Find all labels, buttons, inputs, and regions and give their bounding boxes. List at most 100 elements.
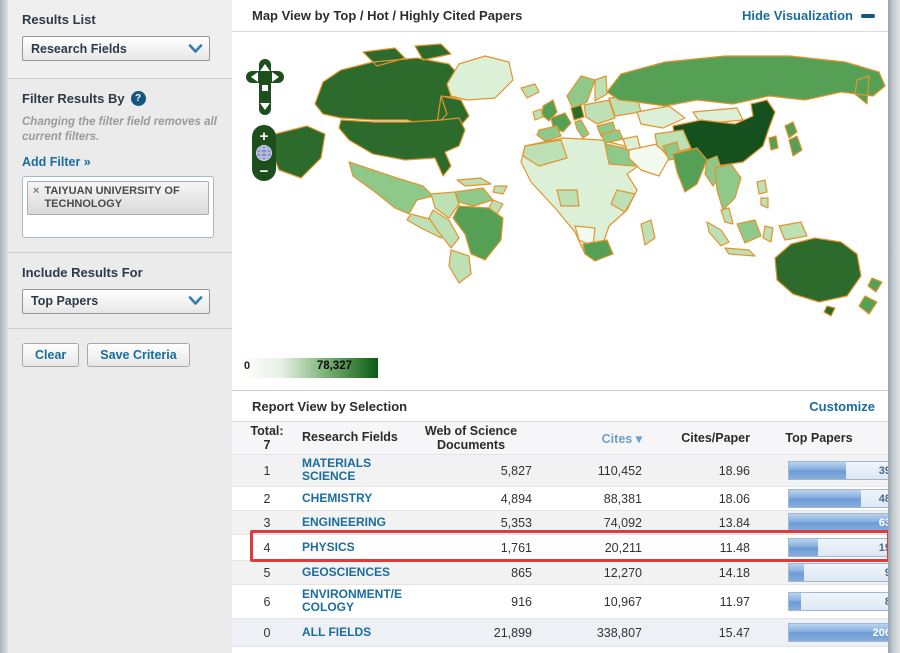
cites-cell: 10,967: [603, 594, 642, 609]
table-row: 5 GEOSCIENCES 865 12,270 14.18 9: [232, 561, 894, 585]
region-alaska[interactable]: [270, 125, 326, 179]
include-results-section: Include Results For Top Papers: [8, 253, 232, 329]
top-papers-bar: 63: [788, 513, 894, 532]
results-list-section: Results List Research Fields: [8, 0, 232, 79]
region-australia[interactable]: [774, 237, 862, 317]
cites-per-paper-cell: 13.84: [718, 515, 750, 530]
cites-per-paper-cell: 11.48: [719, 540, 750, 555]
cites-cell: 110,452: [597, 463, 642, 478]
region-argentina[interactable]: [448, 249, 472, 284]
table-row: 3 ENGINEERING 5,353 74,092 13.84 63: [232, 511, 894, 535]
include-results-dropdown[interactable]: Top Papers: [22, 288, 210, 314]
region-malay-peninsula[interactable]: [720, 207, 734, 225]
region-canada[interactable]: [314, 43, 470, 133]
region-finland[interactable]: [594, 75, 608, 102]
table-row: 2 CHEMISTRY 4,894 88,381 18.06 48: [232, 487, 894, 511]
field-link[interactable]: CHEMISTRY: [302, 491, 372, 505]
field-link[interactable]: PHYSICS: [302, 540, 355, 554]
world-map-regions: [270, 43, 886, 317]
cites-per-paper-cell: 18.06: [718, 491, 750, 506]
region-italy[interactable]: [574, 119, 590, 139]
results-list-heading: Results List: [22, 12, 96, 27]
cites-cell: 74,092: [603, 515, 642, 530]
include-results-heading: Include Results For: [22, 264, 143, 280]
region-greenland[interactable]: [446, 55, 514, 101]
left-edge-strip: [0, 0, 8, 653]
map-view-title: Map View by Top / Hot / Highly Cited Pap…: [252, 8, 523, 23]
chevron-down-icon: [188, 43, 203, 53]
globe-icon[interactable]: [256, 145, 272, 161]
documents-cell: 21,899: [493, 625, 532, 640]
help-icon[interactable]: ?: [130, 91, 146, 106]
clear-button[interactable]: Clear: [22, 342, 80, 367]
chevron-down-icon: [188, 296, 203, 306]
field-link[interactable]: ENVIRONMENT/ECOLOGY: [302, 587, 402, 615]
world-choropleth-map[interactable]: [245, 42, 890, 327]
region-new-guinea[interactable]: [778, 221, 808, 241]
region-russia[interactable]: [606, 55, 886, 107]
region-indochina[interactable]: [714, 163, 742, 211]
region-mexico[interactable]: [348, 161, 434, 215]
map-zoom-control[interactable]: + −: [252, 124, 276, 182]
cites-per-paper-cell: 18.96: [718, 463, 750, 478]
zoom-in-button[interactable]: +: [260, 128, 269, 145]
scrollbar-strip[interactable]: [888, 0, 900, 653]
region-sulawesi[interactable]: [762, 225, 774, 243]
region-brazil[interactable]: [452, 205, 504, 261]
region-india[interactable]: [672, 147, 708, 193]
rank-cell: 5: [263, 565, 271, 580]
field-link[interactable]: GEOSCIENCES: [302, 565, 390, 579]
customize-link[interactable]: Customize: [809, 399, 875, 414]
region-ireland[interactable]: [532, 108, 544, 121]
top-papers-bar: 39: [788, 461, 894, 480]
region-nigeria[interactable]: [556, 189, 580, 207]
region-japan[interactable]: [784, 121, 803, 157]
region-south-africa[interactable]: [582, 239, 614, 262]
field-link[interactable]: MATERIALS SCIENCE: [302, 456, 402, 484]
region-madagascar[interactable]: [640, 219, 656, 246]
region-sumatra[interactable]: [706, 221, 730, 247]
column-header-cites-sort[interactable]: Cites ▾: [532, 431, 642, 446]
filter-note: Changing the filter field removes all cu…: [22, 116, 217, 143]
remove-filter-icon[interactable]: ×: [33, 185, 39, 211]
pan-center-icon[interactable]: [262, 85, 268, 91]
include-results-dropdown-value: Top Papers: [31, 294, 99, 309]
bar-fill: [789, 593, 802, 610]
documents-cell: 865: [511, 565, 532, 580]
region-new-zealand[interactable]: [858, 277, 883, 315]
rank-cell: 2: [263, 491, 271, 506]
table-row: 1 MATERIALS SCIENCE 5,827 110,452 18.96 …: [232, 455, 894, 487]
active-filters-panel: × TAIYUAN UNIVERSITY OF TECHNOLOGY: [22, 175, 214, 238]
results-list-dropdown[interactable]: Research Fields: [22, 36, 210, 61]
region-korea[interactable]: [768, 135, 779, 151]
add-filter-link[interactable]: Add Filter »: [22, 155, 91, 169]
region-iceland[interactable]: [520, 83, 540, 99]
column-header-documents: Web of Science Documents: [424, 423, 518, 452]
cites-per-paper-cell: 15.47: [718, 625, 750, 640]
bar-fill: [789, 539, 819, 556]
results-list-dropdown-value: Research Fields: [31, 41, 127, 56]
filter-section: Filter Results By ? Changing the filter …: [8, 79, 232, 253]
top-papers-bar: 9: [788, 563, 894, 582]
region-borneo[interactable]: [736, 219, 762, 244]
region-java[interactable]: [724, 247, 756, 257]
bar-fill: [789, 564, 804, 581]
region-philippines[interactable]: [756, 179, 769, 209]
save-criteria-button[interactable]: Save Criteria: [87, 342, 190, 367]
table-header-row: Total: 7 Research Fields Web of Science …: [232, 422, 888, 455]
cites-cell: 20,211: [604, 540, 642, 555]
table-row-all-fields: 0 ALL FIELDS 21,899 338,807 15.47 206: [232, 619, 894, 647]
region-germany[interactable]: [570, 104, 585, 121]
filter-tag[interactable]: × TAIYUAN UNIVERSITY OF TECHNOLOGY: [27, 180, 209, 216]
zoom-out-button[interactable]: −: [260, 163, 269, 180]
region-venezuela[interactable]: [454, 187, 494, 207]
filter-heading-row: Filter Results By ?: [22, 91, 218, 106]
pan-control[interactable]: [246, 58, 284, 116]
rank-cell: 4: [263, 540, 271, 555]
documents-cell: 5,353: [500, 515, 532, 530]
column-header-top-papers: Top Papers: [785, 430, 853, 445]
hide-visualization-link[interactable]: Hide Visualization: [742, 8, 853, 23]
criteria-actions: Clear Save Criteria: [8, 329, 232, 381]
field-link[interactable]: ENGINEERING: [302, 515, 386, 529]
field-link[interactable]: ALL FIELDS: [302, 625, 371, 639]
